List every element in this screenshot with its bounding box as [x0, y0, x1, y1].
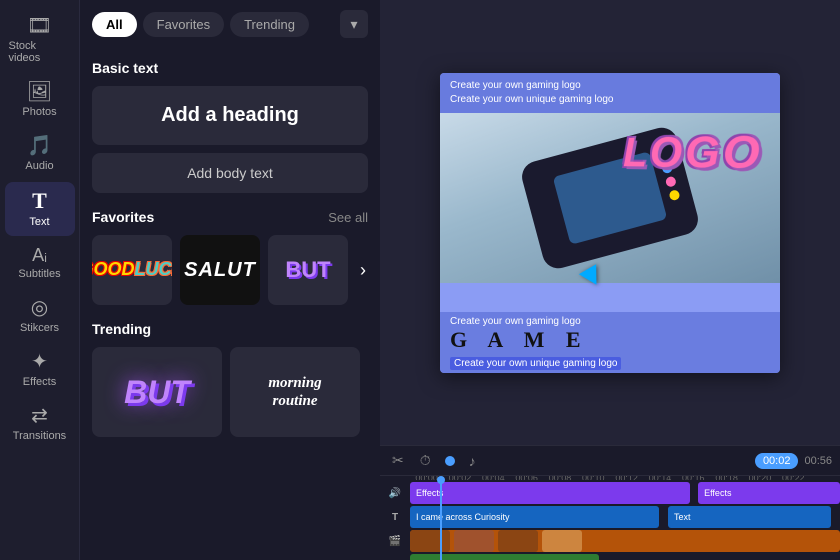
photos-icon: 🖼: [27, 82, 52, 102]
sidebar-item-label: Audio: [25, 160, 53, 172]
canvas-top-text-2: Create your own unique gaming logo: [450, 93, 770, 107]
text-segment-2[interactable]: Text: [668, 506, 831, 528]
canvas-area: Create your own gaming logo Create your …: [380, 0, 840, 445]
video-segment[interactable]: [410, 530, 840, 552]
music-tool[interactable]: ♪: [465, 451, 480, 471]
playhead-indicator: [445, 456, 455, 466]
total-time-label: 00:56: [804, 455, 832, 467]
sidebar-item-label: Stikcers: [20, 322, 59, 334]
timeline-toolbar: ✂ ⏱ ♪ 00:02 00:56: [380, 446, 840, 476]
caption-segment-1[interactable]: Great approve: [410, 554, 599, 560]
video-track-icon: 🎬: [389, 536, 401, 547]
sidebar: 🎞 Stock videos 🖼 Photos 🎵 Audio T Text A…: [0, 0, 80, 560]
tab-trending[interactable]: Trending: [230, 12, 309, 37]
playhead-line: [440, 480, 442, 560]
salut-text: SALUT: [180, 235, 260, 305]
track-row-video: 🎬: [380, 530, 840, 552]
morning-routine-text: morning routine: [268, 374, 321, 410]
sidebar-item-subtitles[interactable]: Aᵢ Subtitles: [5, 238, 75, 288]
sidebar-item-effects[interactable]: ✦ Effects: [5, 344, 75, 396]
device-btn-3: [668, 189, 680, 201]
text-icon: T: [32, 190, 47, 212]
effects-segment-2[interactable]: Effects: [698, 482, 840, 504]
canvas-top-text-1: Create your own gaming logo: [450, 79, 770, 93]
sidebar-item-text[interactable]: T Text: [5, 182, 75, 236]
track-segments-video[interactable]: [410, 530, 840, 552]
sample-good-luck[interactable]: GOOD LUCK: [92, 235, 172, 305]
sidebar-item-label: Text: [29, 216, 49, 228]
transitions-icon: ⇄: [31, 406, 48, 426]
canvas-bottom-text-3: Create your own unique gaming logo: [450, 357, 621, 370]
track-segments-text[interactable]: I came across Curiosity Text: [410, 506, 840, 528]
effects-icon: ✦: [31, 352, 48, 372]
text-panel: All Favorites Trending ▾ Basic text Add …: [80, 0, 380, 560]
track-label-video: 🎬: [380, 536, 410, 547]
track-row-caption: T Great approve: [380, 554, 840, 560]
track-segments-caption[interactable]: Great approve: [410, 554, 840, 560]
canvas-bottom-text-1: Create your own gaming logo: [450, 316, 770, 327]
trending-samples-row: BUT morning routine: [92, 347, 368, 437]
stock-videos-icon: 🎞: [27, 16, 52, 36]
sidebar-item-photos[interactable]: 🖼 Photos: [5, 74, 75, 126]
sidebar-item-stock-videos[interactable]: 🎞 Stock videos: [5, 8, 75, 72]
game-text: G A M E: [450, 327, 770, 353]
effects-segment-1[interactable]: Effects: [410, 482, 690, 504]
sidebar-item-label: Photos: [22, 106, 56, 118]
timeline-tracks: 🔊 Effects Effects T: [380, 480, 840, 560]
text-segment-1[interactable]: I came across Curiosity: [410, 506, 659, 528]
tracks-wrapper: 🔊 Effects Effects T: [380, 480, 840, 560]
favorites-section-header: Favorites See all: [92, 209, 368, 225]
track-row-effects: 🔊 Effects Effects: [380, 482, 840, 504]
effects-track-icon: 🔊: [389, 488, 401, 499]
sample-but-purple[interactable]: BUT: [268, 235, 348, 305]
but-trending-text: BUT: [124, 374, 190, 411]
timeline-area: ✂ ⏱ ♪ 00:02 00:56 00:00 00:02 00:04 00:0…: [380, 445, 840, 560]
sidebar-item-transitions[interactable]: ⇄ Transitions: [5, 398, 75, 450]
sample-salut[interactable]: SALUT: [180, 235, 260, 305]
tab-favorites[interactable]: Favorites: [143, 12, 224, 37]
good-luck-text: GOOD LUCK: [92, 235, 172, 305]
subtitles-icon: Aᵢ: [32, 246, 47, 264]
sidebar-item-stickers[interactable]: ◎ Stikcers: [5, 290, 75, 342]
sample-morning-routine[interactable]: morning routine: [230, 347, 360, 437]
logo-text-overlay[interactable]: LOGO: [624, 126, 764, 179]
playhead-head: [437, 476, 445, 484]
see-all-link[interactable]: See all: [328, 210, 368, 225]
clock-tool[interactable]: ⏱: [416, 450, 435, 471]
sidebar-item-label: Stock videos: [9, 40, 71, 64]
panel-content: Basic text Add a heading Add body text F…: [80, 48, 380, 560]
trending-title: Trending: [92, 321, 368, 337]
add-body-text-button[interactable]: Add body text: [92, 153, 368, 193]
track-label-text: T: [380, 512, 410, 523]
scissors-tool[interactable]: ✂: [388, 450, 408, 471]
design-canvas[interactable]: Create your own gaming logo Create your …: [440, 73, 780, 373]
time-display: 00:02 00:56: [755, 453, 832, 469]
basic-text-area: Add a heading Add body text: [92, 86, 368, 193]
track-row-text: T I came across Curiosity Text: [380, 506, 840, 528]
canvas-bottom-bar: Create your own gaming logo G A M E Crea…: [440, 312, 780, 373]
tab-all[interactable]: All: [92, 12, 137, 37]
track-segments-effects[interactable]: Effects Effects: [410, 482, 840, 504]
sidebar-item-label: Transitions: [13, 430, 66, 442]
current-time-badge: 00:02: [755, 453, 799, 469]
sidebar-item-label: Subtitles: [18, 268, 60, 280]
sidebar-item-audio[interactable]: 🎵 Audio: [5, 128, 75, 180]
but-purple-text: BUT: [268, 235, 348, 305]
sample-but-trending[interactable]: BUT: [92, 347, 222, 437]
sidebar-item-label: Effects: [23, 376, 56, 388]
canvas-top-bar: Create your own gaming logo Create your …: [440, 73, 780, 113]
main-area: Create your own gaming logo Create your …: [380, 0, 840, 560]
favorites-samples-row: GOOD LUCK SALUT BUT ›: [92, 235, 368, 305]
basic-text-title: Basic text: [92, 60, 368, 76]
filter-tabs-bar: All Favorites Trending ▾: [80, 0, 380, 48]
track-label-effects: 🔊: [380, 488, 410, 499]
chevron-down-icon[interactable]: ▾: [340, 10, 368, 38]
add-heading-button[interactable]: Add a heading: [92, 86, 368, 145]
audio-icon: 🎵: [27, 136, 52, 156]
favorites-title: Favorites: [92, 209, 154, 225]
scroll-right-arrow[interactable]: ›: [356, 256, 370, 285]
stickers-icon: ◎: [31, 298, 48, 318]
